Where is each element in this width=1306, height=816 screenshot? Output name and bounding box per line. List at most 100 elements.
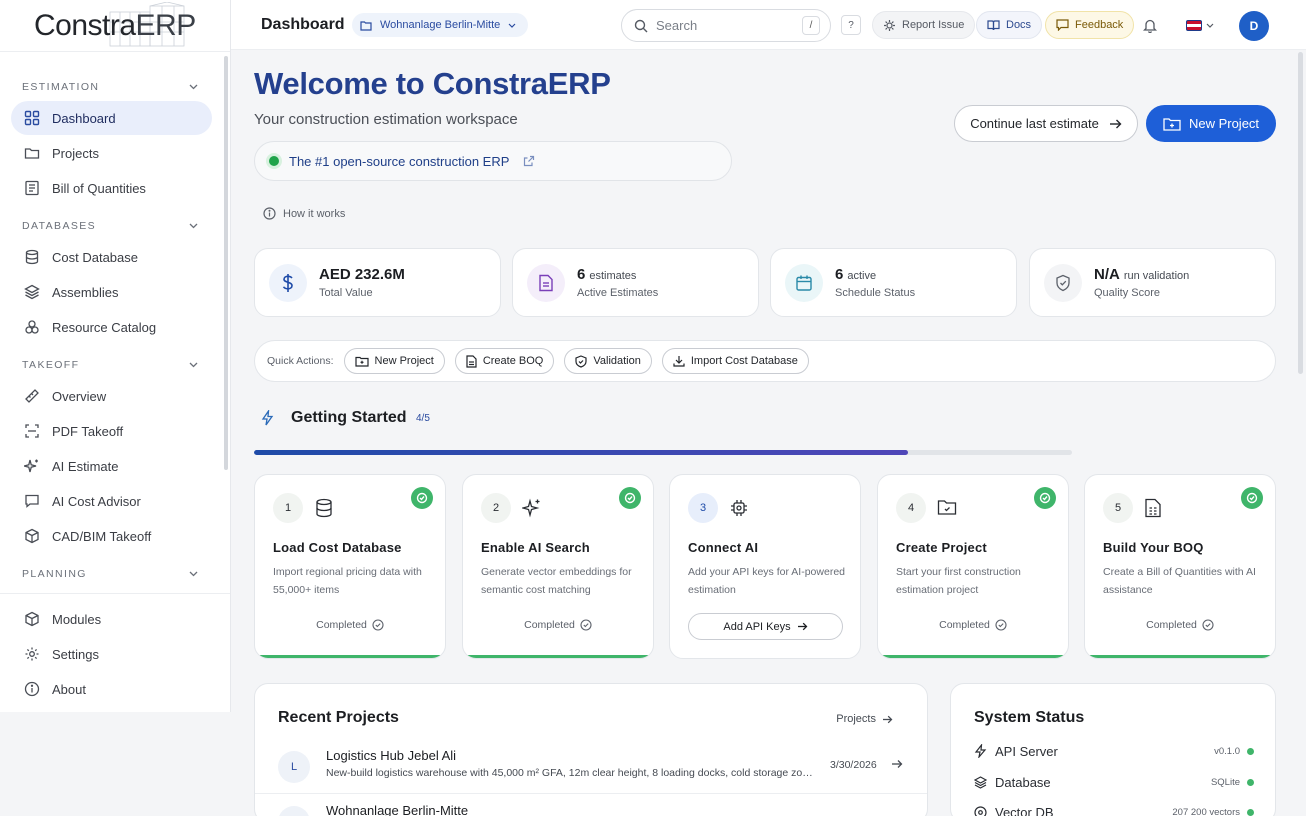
sidebar-item-resource-catalog[interactable]: Resource Catalog (11, 310, 212, 344)
section-header-databases[interactable]: DATABASES (0, 213, 230, 239)
page-title: Dashboard (261, 16, 345, 33)
section-header-planning[interactable]: PLANNING (0, 561, 230, 587)
quick-validation-button[interactable]: Validation (564, 348, 652, 374)
table-row[interactable]: W Wohnanlage Berlin-Mitte (255, 794, 927, 816)
chevron-down-icon (508, 23, 516, 28)
topbar: Dashboard Wohnanlage Berlin-Mitte Search… (231, 0, 1306, 50)
folder-icon (23, 145, 40, 162)
main-content: Welcome to ConstraERP Your construction … (231, 50, 1297, 816)
step-description: Start your first construction estimation… (896, 566, 1021, 596)
sidebar-item-modules[interactable]: Modules (11, 602, 212, 636)
open-source-banner[interactable]: The #1 open-source construction ERP (254, 141, 732, 181)
database-icon (316, 498, 332, 518)
quick-create-boq-button[interactable]: Create BOQ (454, 348, 555, 374)
project-name: Wohnanlage Berlin-Mitte (380, 19, 501, 31)
avatar[interactable]: D (1239, 11, 1269, 41)
view-all-projects-link[interactable]: Projects (836, 713, 893, 725)
search-icon (634, 19, 648, 32)
sidebar-footer (0, 712, 231, 816)
sidebar-item-ai-cost-advisor[interactable]: AI Cost Advisor (11, 484, 212, 518)
search-input[interactable]: Search / (621, 9, 831, 42)
section-header-takeoff[interactable]: TAKEOFF (0, 352, 230, 378)
sidebar-item-ai-estimate[interactable]: AI Estimate (11, 449, 212, 483)
sidebar-item-dashboard[interactable]: Dashboard (11, 101, 212, 135)
section-header-estimation[interactable]: ESTIMATION (0, 74, 230, 100)
sidebar-item-label: AI Cost Advisor (52, 493, 141, 509)
page-scrollbar[interactable] (1298, 52, 1303, 374)
sidebar-item-pdf-takeoff[interactable]: PDF Takeoff (11, 414, 212, 448)
sheet-icon (1145, 498, 1161, 518)
step-title: Build Your BOQ (1103, 540, 1204, 555)
sidebar-item-overview[interactable]: Overview (11, 379, 212, 413)
new-project-button[interactable]: New Project (1146, 105, 1276, 142)
project-name: Logistics Hub Jebel Ali (326, 748, 457, 763)
step-number: 1 (273, 493, 303, 523)
sidebar-item-projects[interactable]: Projects (11, 136, 212, 170)
sidebar-item-cost-database[interactable]: Cost Database (11, 240, 212, 274)
rocket-icon (261, 410, 274, 426)
step-description: Add your API keys for AI-powered estimat… (688, 566, 845, 596)
sidebar-item-about[interactable]: About (11, 672, 212, 706)
stat-label: Quality Score (1094, 287, 1161, 299)
completed-check-icon (619, 487, 641, 509)
step-description: Create a Bill of Quantities with AI assi… (1103, 566, 1256, 596)
docs-button[interactable]: Docs (976, 11, 1043, 39)
step-number: 5 (1103, 493, 1133, 523)
recent-projects-card: Recent Projects Projects L Logistics Hub… (254, 683, 928, 816)
sidebar-item-label: Projects (52, 145, 99, 161)
sidebar-item-settings[interactable]: Settings (11, 637, 212, 671)
sparkle-icon (23, 458, 40, 475)
language-selector[interactable] (1186, 14, 1214, 36)
chevron-down-icon (189, 223, 198, 229)
shield-check-icon (575, 354, 587, 368)
step-card-build-your-boq[interactable]: 5 Build Your BOQ Create a Bill of Quanti… (1084, 474, 1276, 659)
table-row[interactable]: L Logistics Hub Jebel Ali New-build logi… (255, 739, 927, 794)
brand-logo[interactable]: ConstraERP (0, 0, 230, 52)
stat-value: 6 active (835, 266, 877, 283)
stat-card-quality-score[interactable]: N/A run validation Quality Score (1029, 248, 1276, 317)
report-issue-button[interactable]: Report Issue (872, 11, 976, 39)
step-card-load-cost-database[interactable]: 1 Load Cost Database Import regional pri… (254, 474, 446, 659)
status-value: SQLite (1210, 776, 1240, 788)
sidebar-divider (0, 593, 230, 594)
nav-planning: PLANNING (0, 561, 230, 587)
step-complete-bar (255, 655, 445, 658)
status-row-database: Database SQLite (974, 772, 1254, 792)
continue-estimate-button[interactable]: Continue last estimate (954, 105, 1138, 142)
step-title: Enable AI Search (481, 540, 590, 555)
step-card-create-project[interactable]: 4 Create Project Start your first constr… (877, 474, 1069, 659)
quick-import-cost-database-button[interactable]: Import Cost Database (661, 348, 809, 374)
sidebar-item-cad-bim-takeoff[interactable]: CAD/BIM Takeoff (11, 519, 212, 553)
external-link-icon (524, 155, 535, 167)
book-icon (987, 20, 1000, 31)
info-icon (23, 681, 40, 698)
ruler-icon (23, 388, 40, 405)
stat-card-schedule-status[interactable]: 6 active Schedule Status (770, 248, 1017, 317)
chevron-down-icon (189, 362, 198, 368)
sidebar-item-assemblies[interactable]: Assemblies (11, 275, 212, 309)
getting-started-progress (254, 450, 1072, 455)
welcome-title: Welcome to ConstraERP (254, 66, 611, 101)
add-api-keys-button[interactable]: Add API Keys (688, 613, 843, 640)
project-selector[interactable]: Wohnanlage Berlin-Mitte (352, 13, 529, 37)
step-card-enable-ai-search[interactable]: 2 Enable AI Search Generate vector embed… (462, 474, 654, 659)
step-complete-bar (878, 655, 1068, 658)
notifications-button[interactable] (1139, 14, 1161, 36)
sidebar-item-boq[interactable]: Bill of Quantities (11, 171, 212, 205)
stat-label: Total Value (319, 287, 373, 299)
help-button[interactable]: ? (841, 15, 861, 35)
quick-new-project-button[interactable]: New Project (343, 348, 445, 374)
stat-card-total-value[interactable]: AED 232.6M Total Value (254, 248, 501, 317)
how-it-works-link[interactable]: How it works (263, 207, 345, 220)
scan-icon (23, 423, 40, 440)
stat-card-active-estimates[interactable]: 6 estimates Active Estimates (512, 248, 759, 317)
sidebar-item-label: Resource Catalog (52, 319, 157, 335)
sidebar-item-label: Assemblies (52, 284, 119, 300)
sidebar-item-label: Bill of Quantities (52, 180, 146, 196)
flag-icon (1186, 19, 1202, 31)
sidebar-scrollbar[interactable] (224, 56, 228, 470)
table-icon (23, 180, 40, 197)
step-card-connect-ai[interactable]: 3 Connect AI Add your API keys for AI-po… (669, 474, 861, 659)
step-description: Generate vector embeddings for semantic … (481, 566, 632, 596)
feedback-button[interactable]: Feedback (1045, 11, 1135, 39)
